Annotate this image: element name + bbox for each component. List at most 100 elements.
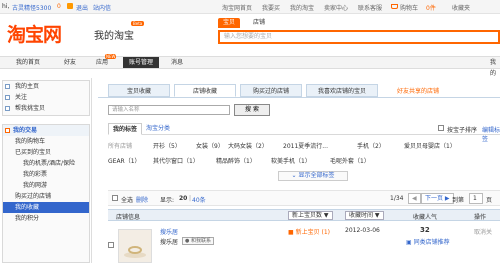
- tab-baby-favorites[interactable]: 宝贝收藏: [108, 84, 170, 97]
- list-toolbar: 全选 删除 显示: 20 | 40条 1/34 ◀ 下一页 ▶ 到第 1 页: [108, 190, 500, 206]
- sidebar-item-bought[interactable]: 已买到的宝贝: [3, 147, 89, 158]
- top-link-cart[interactable]: 购物车: [400, 3, 418, 12]
- search-button[interactable]: 搜 索: [234, 104, 270, 116]
- tag-item[interactable]: GEAR（1）: [108, 156, 141, 165]
- show-all-tags-button[interactable]: ⌄ 显示全部标签: [278, 171, 348, 181]
- top-link-home[interactable]: 淘宝网首页: [222, 3, 252, 12]
- latest-items-link[interactable]: ■ 新上宝贝 (1): [288, 227, 330, 236]
- tag-item[interactable]: 毛呢外套（1）: [330, 156, 370, 165]
- header-search: 宝贝 店铺 输入您想要的宝贝: [218, 18, 500, 48]
- page-size-20[interactable]: 20: [179, 195, 187, 202]
- select-all-checkbox[interactable]: [112, 195, 118, 201]
- col-popularity: 收藏人气: [413, 214, 438, 221]
- edit-tags-link[interactable]: 编辑标签: [482, 125, 500, 143]
- popularity-count: 32: [420, 226, 430, 234]
- search-tab-shop[interactable]: 店铺: [248, 18, 270, 28]
- nav-messages[interactable]: 消息: [165, 57, 189, 68]
- wangwang-button[interactable]: ● 和我联系: [182, 237, 214, 245]
- tag-item[interactable]: 软美手机（1）: [271, 156, 311, 165]
- taobao-logo[interactable]: 淘宝网: [7, 20, 62, 47]
- goto-page-label: 到第: [452, 197, 465, 204]
- sort-checkbox[interactable]: [438, 125, 444, 131]
- nav-account[interactable]: 账号管理: [123, 57, 160, 68]
- tag-bar: 我的标签 淘宝分类 按宝子排序 编辑标签: [108, 123, 500, 143]
- cart-count[interactable]: 0件: [426, 3, 436, 12]
- similar-shops-link[interactable]: ▣ 同类店铺推荐: [406, 237, 450, 246]
- tag-item[interactable]: 开衫（5）: [153, 141, 181, 150]
- top-link-mytaobao[interactable]: 我的淘宝: [290, 3, 314, 12]
- main-content: 宝贝收藏 店铺收藏 购买过的店铺 我喜欢店铺的宝贝 好友共享的店铺 请输入名称 …: [98, 78, 500, 263]
- top-link-service[interactable]: 联系客服: [358, 3, 382, 12]
- beta-badge: Beta: [131, 21, 145, 26]
- trade-icon: [5, 128, 10, 133]
- sidebar-item-games[interactable]: 我的网游: [3, 180, 89, 191]
- tag-item[interactable]: 精品醉饰（1）: [216, 156, 256, 165]
- tag-item[interactable]: 手机（2）: [357, 141, 385, 150]
- shop-name-link[interactable]: 搜乐居: [160, 227, 178, 236]
- username-link[interactable]: 古灵精怪5300: [12, 3, 51, 12]
- recommend-icon: ▣: [406, 239, 414, 246]
- tag-item[interactable]: 爱贝贝母婴店（1）: [404, 141, 456, 150]
- delete-link[interactable]: 删除: [136, 195, 148, 204]
- tag-tab-taobao[interactable]: 淘宝分类: [146, 123, 170, 135]
- message-count[interactable]: 0: [57, 3, 61, 10]
- tab-liked-shop-items[interactable]: 我喜欢店铺的宝贝: [306, 84, 378, 97]
- page-number-input[interactable]: 1: [469, 193, 483, 204]
- sidebar-item-bought-shops[interactable]: 购买过的店铺: [3, 191, 89, 202]
- tab-friend-shared[interactable]: 好友共享的店铺: [382, 84, 454, 97]
- pick-icon: [5, 106, 10, 111]
- search-input[interactable]: 输入您想要的宝贝: [218, 30, 500, 44]
- top-bar: hi, 古灵精怪5300 0 退出 站内信 淘宝网首页 我要买 我的淘宝 卖家中…: [0, 0, 500, 14]
- sidebar-item-follow[interactable]: 关注: [3, 92, 89, 103]
- table-header: 店铺信息 新上宝贝数 ▼ 收藏时间 ▼ 收藏人气 操作: [108, 209, 500, 221]
- seller-name: 搜乐居: [160, 239, 179, 246]
- sidebar-item-pick[interactable]: 帮我挑宝贝: [3, 103, 89, 114]
- sidebar-item-lottery[interactable]: 我的彩票: [3, 169, 89, 180]
- tab-shop-favorites[interactable]: 店铺收藏: [174, 84, 236, 97]
- sort-collect-time-button[interactable]: 收藏时间 ▼: [345, 211, 384, 220]
- col-action: 操作: [474, 214, 487, 221]
- table-row: 搜乐居 搜乐居 ● 和我联系 ■ 新上宝贝 (1) 2012-03-06 32 …: [108, 224, 500, 263]
- tag-item[interactable]: 2011夏季流行...: [283, 141, 328, 150]
- tag-all-shops[interactable]: 所有店铺: [108, 141, 132, 150]
- sidebar: 我的主页 关注 帮我挑宝贝 我的交易 我的购物车 已买到的宝贝 我的机票/酒店/…: [0, 78, 92, 263]
- tag-item[interactable]: 女装（9）: [196, 141, 224, 150]
- top-link-buy[interactable]: 我要买: [262, 3, 280, 12]
- sort-label: 按宝子排序: [447, 127, 478, 134]
- shop-thumbnail[interactable]: [118, 229, 152, 263]
- sidebar-item-cart[interactable]: 我的购物车: [3, 136, 89, 147]
- nav-home[interactable]: 我的首页: [10, 57, 46, 68]
- search-tab-baby[interactable]: 宝贝: [218, 18, 241, 28]
- row-checkbox[interactable]: [108, 242, 114, 248]
- page-info: 1/34: [390, 195, 404, 202]
- page-size-40[interactable]: 40条: [192, 195, 206, 204]
- sidebar-item-points[interactable]: 我的积分: [3, 213, 89, 224]
- tag-item[interactable]: 其代尔窗口（1）: [153, 156, 199, 165]
- nav-friends[interactable]: 好友: [58, 57, 82, 68]
- page-size-label: 显示:: [160, 197, 175, 204]
- collect-date: 2012-03-06: [345, 227, 380, 234]
- sidebar-head-trade[interactable]: 我的交易: [3, 125, 89, 136]
- new-icon: ■: [288, 229, 296, 236]
- nav-right-text[interactable]: 我的: [484, 57, 500, 77]
- cancel-follow-link[interactable]: 取消关: [474, 227, 492, 236]
- follow-icon: [5, 95, 10, 100]
- logout-link[interactable]: 退出: [76, 3, 88, 12]
- name-search-input[interactable]: 请输入名称: [108, 105, 230, 115]
- top-link-favorites[interactable]: 收藏夹: [452, 3, 470, 12]
- next-page-button[interactable]: 下一页 ▶: [421, 193, 454, 204]
- tab-bought-shops[interactable]: 购买过的店铺: [240, 84, 302, 97]
- tag-tab-mine[interactable]: 我的标签: [108, 123, 143, 135]
- divider: |: [189, 195, 192, 202]
- inbox-link[interactable]: 站内信: [93, 3, 111, 12]
- tag-item[interactable]: 大码女装（2）: [228, 141, 268, 150]
- message-icon: [67, 3, 73, 9]
- prev-page-button[interactable]: ◀: [408, 193, 421, 204]
- top-link-seller[interactable]: 卖家中心: [324, 3, 348, 12]
- sort-latest-button[interactable]: 新上宝贝数 ▼: [288, 211, 333, 220]
- sidebar-item-favorites[interactable]: 我的收藏: [3, 202, 89, 213]
- main-nav: 我的首页 好友 应用 NEW 账号管理 消息 我的: [0, 54, 500, 77]
- sidebar-item-tickets[interactable]: 我的机票/酒店/保险: [3, 158, 89, 169]
- sidebar-item-homepage[interactable]: 我的主页: [3, 81, 89, 92]
- page-unit: 页: [486, 197, 493, 204]
